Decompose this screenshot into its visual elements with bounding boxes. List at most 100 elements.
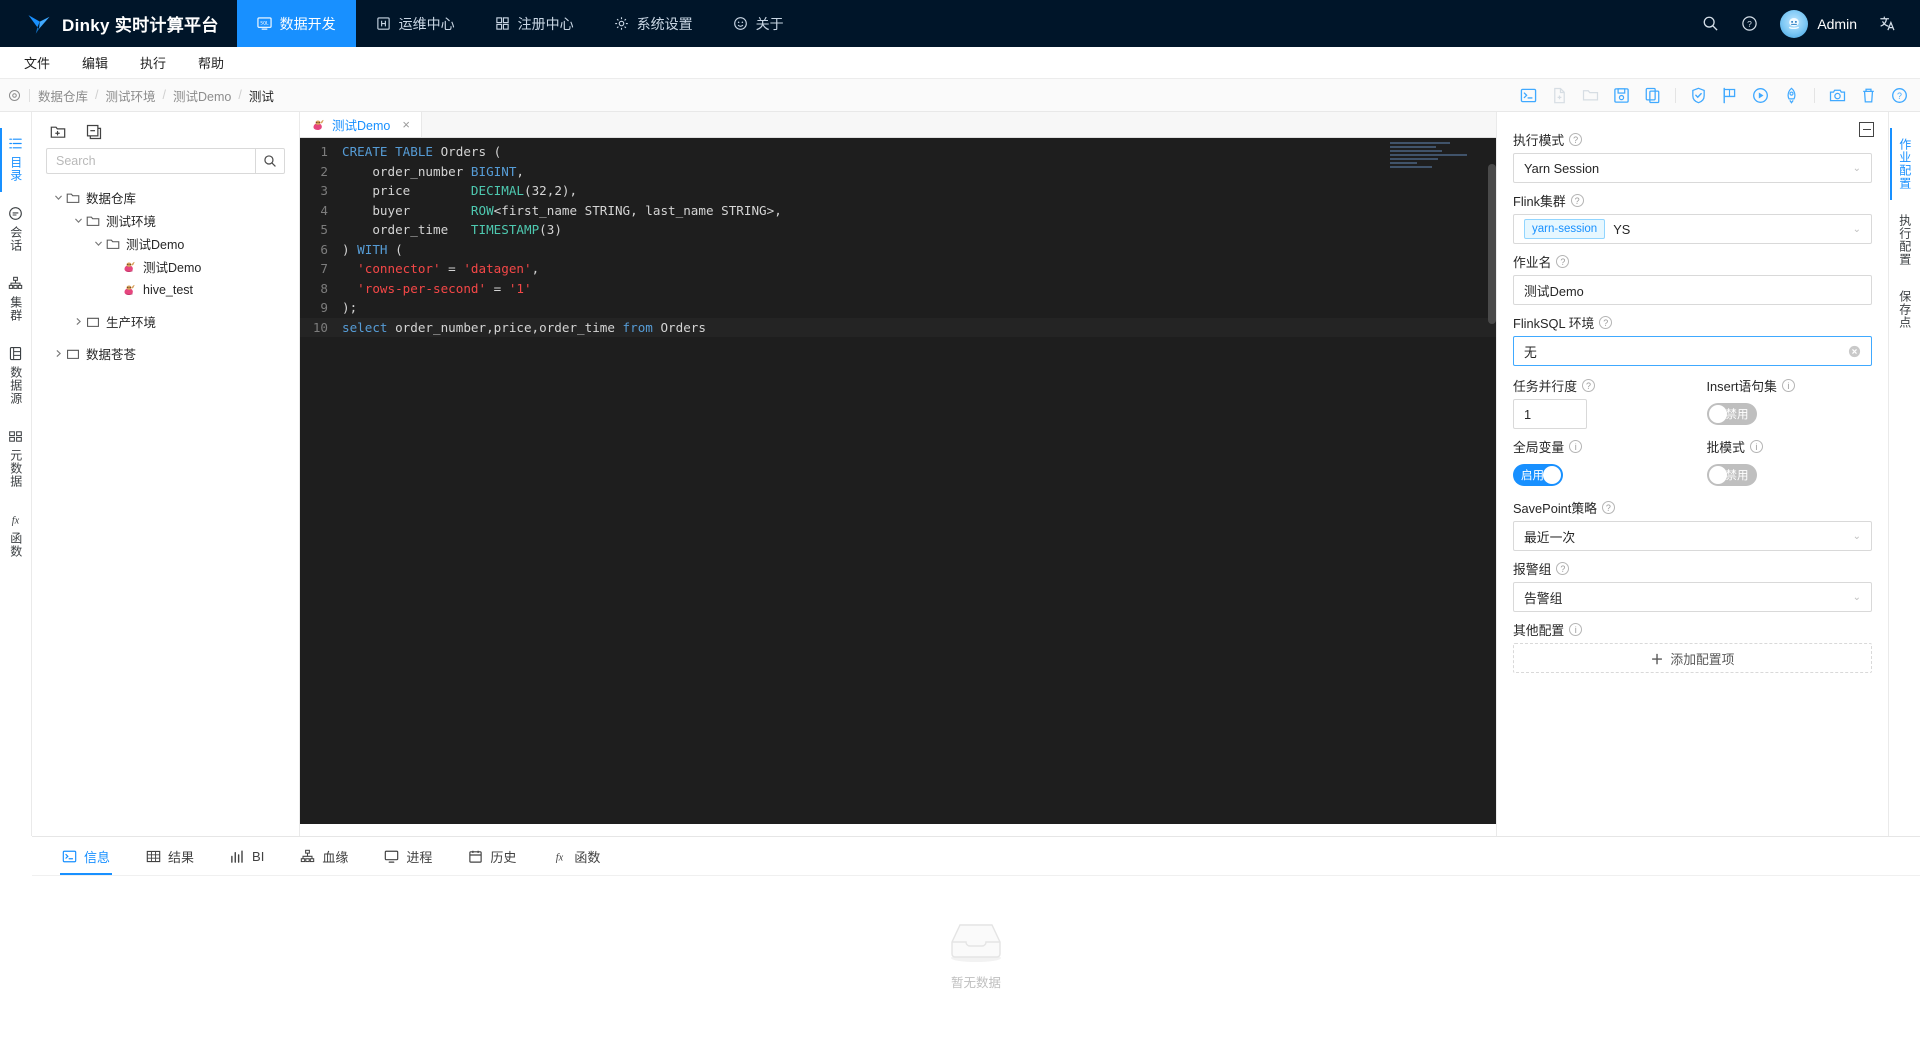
chevron-down-icon[interactable]: [90, 239, 106, 248]
menu-run[interactable]: 执行: [124, 49, 182, 76]
user-menu[interactable]: Admin: [1780, 9, 1857, 38]
tab-function[interactable]: fx 函数: [536, 837, 616, 875]
question-icon[interactable]: ?: [1556, 255, 1570, 268]
question-icon[interactable]: ?: [1581, 379, 1595, 392]
tab-bi[interactable]: BI: [214, 837, 280, 875]
job-name-label: 作业名: [1513, 255, 1552, 270]
tab-result[interactable]: 结果: [130, 837, 210, 875]
rocket-icon[interactable]: [1783, 87, 1800, 104]
collapse-panel-button[interactable]: [1859, 122, 1874, 137]
flinksql-env-select[interactable]: 无: [1513, 336, 1872, 366]
batch-mode-toggle[interactable]: 禁用: [1706, 464, 1757, 486]
code-surface[interactable]: 1 CREATE TABLE Orders (2 order_number BIG…: [300, 138, 1496, 824]
code-text: );: [342, 300, 358, 315]
nav-item-about[interactable]: 关于: [713, 0, 804, 47]
play-circle-icon[interactable]: [1752, 87, 1769, 104]
help-circle-icon[interactable]: ?: [1891, 87, 1908, 104]
rail-item-exec-config[interactable]: 执行配置: [1898, 202, 1912, 278]
other-config-label: 其他配置: [1513, 623, 1565, 638]
breadcrumb-item-0[interactable]: 数据仓库: [38, 86, 88, 105]
question-circle-icon[interactable]: ?: [1741, 15, 1758, 32]
breadcrumb-item-2[interactable]: 测试Demo: [173, 86, 231, 105]
question-icon[interactable]: ?: [1599, 316, 1613, 329]
editor-tab-test-demo[interactable]: 测试Demo ×: [300, 112, 422, 137]
camera-icon[interactable]: [1829, 87, 1846, 104]
tree-node-prod-env[interactable]: 生产环境: [32, 310, 299, 333]
global-var-toggle[interactable]: 启用: [1513, 464, 1563, 486]
rail-item-savepoint[interactable]: 保存点: [1898, 278, 1912, 341]
breadcrumb-item-3[interactable]: 测试: [249, 86, 274, 105]
savepoint-strategy-select[interactable]: 最近一次 ⌄: [1513, 521, 1872, 551]
exec-mode-select[interactable]: Yarn Session ⌄: [1513, 153, 1872, 183]
rail-item-metadata[interactable]: 元数据: [0, 419, 32, 502]
info-icon[interactable]: i: [1781, 379, 1795, 392]
brand[interactable]: Dinky 实时计算平台: [0, 0, 237, 47]
job-name-input[interactable]: 测试Demo: [1513, 275, 1872, 305]
tree-search-row: [32, 146, 299, 174]
nav-item-data-development[interactable]: SQL 数据开发: [236, 0, 356, 47]
menu-help[interactable]: 帮助: [182, 49, 240, 76]
tree-node-test-demo-folder[interactable]: 测试Demo: [32, 232, 299, 255]
question-icon[interactable]: ?: [1601, 501, 1615, 514]
rail-item-datasource[interactable]: 数据源: [0, 336, 32, 419]
editor-scrollbar[interactable]: [1488, 164, 1496, 324]
exec-mode-label-row: 执行模式 ?: [1513, 130, 1872, 149]
minimap[interactable]: [1390, 142, 1486, 176]
search-input[interactable]: [46, 148, 255, 174]
tab-history[interactable]: 历史: [452, 837, 532, 875]
tree-node-test-env[interactable]: 测试环境: [32, 209, 299, 232]
breadcrumb-separator: /: [238, 88, 242, 102]
question-icon[interactable]: ?: [1569, 133, 1583, 146]
nav-item-system-settings[interactable]: 系统设置: [594, 0, 713, 47]
chevron-down-icon[interactable]: [50, 193, 66, 202]
rail-item-session[interactable]: 会话: [0, 196, 32, 266]
nav-item-registry-center[interactable]: 注册中心: [475, 0, 594, 47]
dinky-logo-icon: [28, 14, 50, 34]
rail-item-function[interactable]: fx 函数: [0, 502, 32, 572]
chevron-down-icon[interactable]: [70, 216, 86, 225]
new-folder-icon[interactable]: [50, 124, 66, 140]
info-icon[interactable]: i: [1569, 440, 1583, 453]
rail-item-job-config[interactable]: 作业配置: [1890, 126, 1912, 202]
insert-set-toggle[interactable]: 禁用: [1706, 403, 1757, 425]
line-number: 2: [320, 163, 328, 179]
flink-cluster-select[interactable]: yarn-session YS ⌄: [1513, 214, 1872, 244]
flag-icon[interactable]: [1721, 87, 1738, 104]
chevron-right-icon[interactable]: [70, 317, 86, 326]
save-icon[interactable]: [1613, 87, 1630, 104]
trash-icon[interactable]: [1860, 87, 1877, 104]
copy-icon[interactable]: [1644, 87, 1661, 104]
info-icon[interactable]: i: [1569, 623, 1583, 636]
question-icon[interactable]: ?: [1556, 562, 1570, 575]
tab-info[interactable]: 信息: [46, 837, 126, 875]
console-icon[interactable]: [1520, 87, 1537, 104]
menu-edit[interactable]: 编辑: [66, 49, 124, 76]
search-icon[interactable]: [1702, 15, 1719, 32]
clear-icon[interactable]: [1848, 345, 1861, 358]
tree-node-datawarehouse[interactable]: 数据仓库: [32, 186, 299, 209]
tree-node-task-test-demo[interactable]: 测试Demo: [32, 255, 299, 278]
search-button[interactable]: [255, 148, 285, 174]
alert-group-select[interactable]: 告警组 ⌄: [1513, 582, 1872, 612]
exec-mode-label: 执行模式: [1513, 133, 1565, 148]
sql-screen-icon: SQL: [257, 17, 272, 30]
check-shield-icon[interactable]: [1690, 87, 1707, 104]
collapse-all-icon[interactable]: [86, 124, 102, 140]
tree-node-task-hive-test[interactable]: hive_test: [32, 278, 299, 301]
tab-process[interactable]: 进程: [368, 837, 448, 875]
breadcrumb-item-1[interactable]: 测试环境: [106, 86, 156, 105]
info-icon[interactable]: i: [1749, 440, 1763, 453]
job-config-panel: 执行模式 ? Yarn Session ⌄ Flink集群 ? yarn-ses…: [1496, 112, 1888, 836]
rail-item-cluster[interactable]: 集群: [0, 266, 32, 336]
question-icon[interactable]: ?: [1570, 194, 1584, 207]
menu-file[interactable]: 文件: [8, 49, 66, 76]
parallelism-input[interactable]: 1: [1513, 399, 1587, 429]
tree-node-data-cangcang[interactable]: 数据苍苍: [32, 342, 299, 365]
chevron-right-icon[interactable]: [50, 349, 66, 358]
tab-lineage[interactable]: 血缘: [284, 837, 364, 875]
translate-icon[interactable]: [1879, 15, 1896, 32]
rail-item-catalog[interactable]: 目录: [0, 126, 32, 196]
nav-item-ops-center[interactable]: 运维中心: [356, 0, 475, 47]
close-icon[interactable]: ×: [402, 117, 410, 132]
add-config-button[interactable]: ＋ 添加配置项: [1513, 643, 1872, 673]
